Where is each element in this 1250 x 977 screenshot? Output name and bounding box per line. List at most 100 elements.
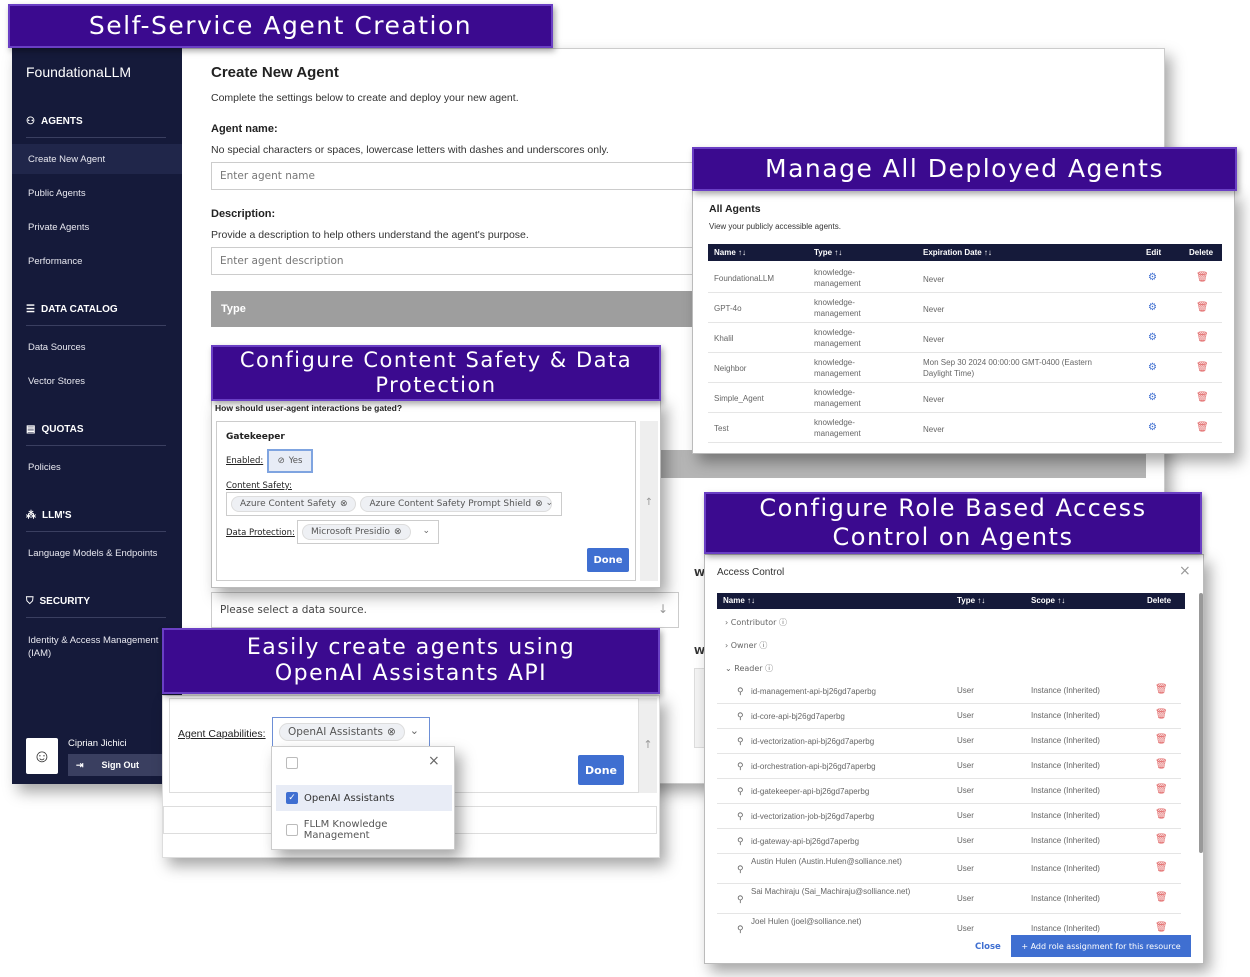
select-all-checkbox[interactable] (286, 757, 298, 769)
gear-icon[interactable]: ⚙ (1148, 392, 1157, 403)
principal-type: User (957, 686, 974, 695)
principal-type: User (957, 811, 974, 820)
table-row: ⚲ id-gatekeeper-api-bj26gd7aperbg User Inst… (717, 779, 1181, 804)
gate-question: How should user-agent interactions be ga… (215, 403, 403, 413)
gear-icon[interactable]: ⚙ (1148, 422, 1157, 433)
option-fllm-knowledge-management[interactable]: FLLM Knowledge Management (276, 817, 452, 843)
trash-icon[interactable]: 🗑 (1196, 422, 1209, 433)
chevron-down-icon: ↓ (658, 602, 669, 616)
sidebar-item-vector-stores[interactable]: Vector Stores (28, 376, 85, 387)
principal-scope: Instance (Inherited) (1031, 924, 1100, 933)
page-title: Create New Agent (211, 64, 339, 81)
agent-expiration: Never (923, 335, 945, 344)
gatekeeper-card: Gatekeeper Enabled: ⊘ Yes Content Safety:… (216, 421, 636, 581)
remove-icon[interactable]: ⊗ (535, 499, 543, 509)
trash-icon[interactable]: 🗑 (1196, 332, 1209, 343)
trash-icon[interactable]: 🗑 (1155, 784, 1168, 795)
capabilities-done-button[interactable]: Done (578, 755, 624, 785)
column-name[interactable]: Name ↑↓ (723, 596, 755, 605)
close-button[interactable]: Close (975, 942, 1001, 952)
table-row: GPT-4o knowledge-management Never ⚙ 🗑 (708, 293, 1222, 323)
user-icon: ⚲ (737, 864, 744, 874)
trash-icon[interactable]: 🗑 (1155, 734, 1168, 745)
remove-icon[interactable]: ⊗ (387, 726, 396, 738)
trash-icon[interactable]: 🗑 (1155, 684, 1168, 695)
column-scope[interactable]: Scope ↑↓ (1031, 596, 1065, 605)
agent-name: GPT-4o (714, 304, 742, 313)
remove-icon[interactable]: ⊗ (394, 527, 402, 537)
scrollbar-up-icon[interactable]: ↑ (640, 421, 658, 581)
column-type[interactable]: Type ↑↓ (957, 596, 985, 605)
trash-icon[interactable]: 🗑 (1155, 809, 1168, 820)
data-protection-label: Data Protection: (226, 528, 295, 538)
remove-icon[interactable]: ⊗ (340, 499, 348, 509)
sidebar: FoundationaLLM ⚇ AGENTS Create New Agent … (12, 48, 182, 784)
sidebar-item-data-sources[interactable]: Data Sources (28, 342, 86, 353)
access-table-header: Name ↑↓ Type ↑↓ Scope ↑↓ Delete (717, 593, 1185, 609)
principal-scope: Instance (Inherited) (1031, 686, 1100, 695)
shield-icon: ⛉ (26, 596, 34, 607)
column-type[interactable]: Type ↑↓ (814, 248, 842, 257)
group-reader[interactable]: ⌄ Reader ⓘ (725, 663, 773, 674)
sidebar-item-language-models[interactable]: Language Models & Endpoints (28, 548, 157, 559)
sidebar-item-create-new-agent[interactable]: Create New Agent (28, 154, 105, 165)
group-owner[interactable]: › Owner ⓘ (725, 640, 767, 651)
chip-azure-content-safety: Azure Content Safety ⊗ (231, 496, 357, 512)
gatekeeper-done-button[interactable]: Done (587, 548, 629, 572)
capabilities-select[interactable]: OpenAI Assistants ⊗ ⌄ (272, 717, 430, 747)
table-row: FoundationaLLM knowledge-management Never ⚙… (708, 263, 1222, 293)
agents-icon: ⚇ (26, 116, 35, 127)
trash-icon[interactable]: 🗑 (1155, 834, 1168, 845)
trash-icon[interactable]: 🗑 (1155, 892, 1168, 903)
option-openai-assistants[interactable]: ✓ OpenAI Assistants (276, 785, 452, 811)
all-agents-title: All Agents (709, 203, 761, 215)
group-contributor[interactable]: › Contributor ⓘ (725, 617, 787, 628)
column-name[interactable]: Name ↑↓ (714, 248, 746, 257)
clipboard-icon: ▤ (26, 424, 36, 435)
trash-icon[interactable]: 🗑 (1196, 392, 1209, 403)
trash-icon[interactable]: 🗑 (1155, 922, 1168, 933)
chip-openai-assistants: OpenAI Assistants ⊗ (279, 723, 405, 741)
close-icon[interactable]: × (428, 753, 440, 769)
page-subtitle: Complete the settings below to create an… (211, 92, 519, 104)
divider (26, 617, 166, 618)
gear-icon[interactable]: ⚙ (1148, 332, 1157, 343)
scrollbar-thumb[interactable] (1199, 593, 1203, 853)
content-safety-select[interactable]: Azure Content Safety ⊗ Azure Content Safe… (226, 492, 562, 516)
trash-icon[interactable]: 🗑 (1155, 759, 1168, 770)
principal-scope: Instance (Inherited) (1031, 761, 1100, 770)
data-source-select[interactable]: Please select a data source. (211, 592, 679, 628)
sidebar-item-private-agents[interactable]: Private Agents (28, 222, 89, 233)
sidebar-item-public-agents[interactable]: Public Agents (28, 188, 86, 199)
scrollbar-up-icon[interactable]: ↑ (639, 698, 657, 793)
add-role-assignment-button[interactable]: + Add role assignment for this resource (1011, 935, 1191, 957)
section-quotas: ▤ QUOTAS (26, 424, 84, 435)
trash-icon[interactable]: 🗑 (1196, 362, 1209, 373)
data-protection-select[interactable]: Microsoft Presidio ⊗ ⌄ (297, 520, 439, 544)
user-icon: ⚲ (737, 736, 744, 746)
gear-icon[interactable]: ⚙ (1148, 362, 1157, 373)
trash-icon[interactable]: 🗑 (1196, 272, 1209, 283)
sidebar-item-iam[interactable]: Identity & Access Management (IAM) (28, 634, 168, 660)
gear-icon[interactable]: ⚙ (1148, 272, 1157, 283)
user-icon: ⚲ (737, 686, 744, 696)
agent-name: Khalil (714, 334, 734, 343)
trash-icon[interactable]: 🗑 (1155, 709, 1168, 720)
table-row: ⚲ id-vectorization-job-bj26gd7aperbg User I… (717, 804, 1181, 829)
description-input[interactable]: Enter agent description (211, 247, 701, 275)
divider (26, 445, 166, 446)
trash-icon[interactable]: 🗑 (1196, 302, 1209, 313)
principal-scope: Instance (Inherited) (1031, 736, 1100, 745)
trash-icon[interactable]: 🗑 (1155, 862, 1168, 873)
sign-out-button[interactable]: ⇥ Sign Out (68, 754, 172, 776)
sidebar-item-performance[interactable]: Performance (28, 256, 82, 267)
table-row: ⚲ id-gateway-api-bj26gd7aperbg User Instanc… (717, 829, 1181, 854)
agent-name-input[interactable]: Enter agent name (211, 162, 701, 190)
gear-icon[interactable]: ⚙ (1148, 302, 1157, 313)
sidebar-item-policies[interactable]: Policies (28, 462, 61, 473)
agent-type: knowledge-management (814, 268, 861, 288)
close-icon[interactable]: × (1179, 563, 1191, 579)
principal-scope: Instance (Inherited) (1031, 836, 1100, 845)
enabled-toggle[interactable]: ⊘ Yes (267, 449, 313, 473)
column-expiration[interactable]: Expiration Date ↑↓ (923, 248, 992, 257)
